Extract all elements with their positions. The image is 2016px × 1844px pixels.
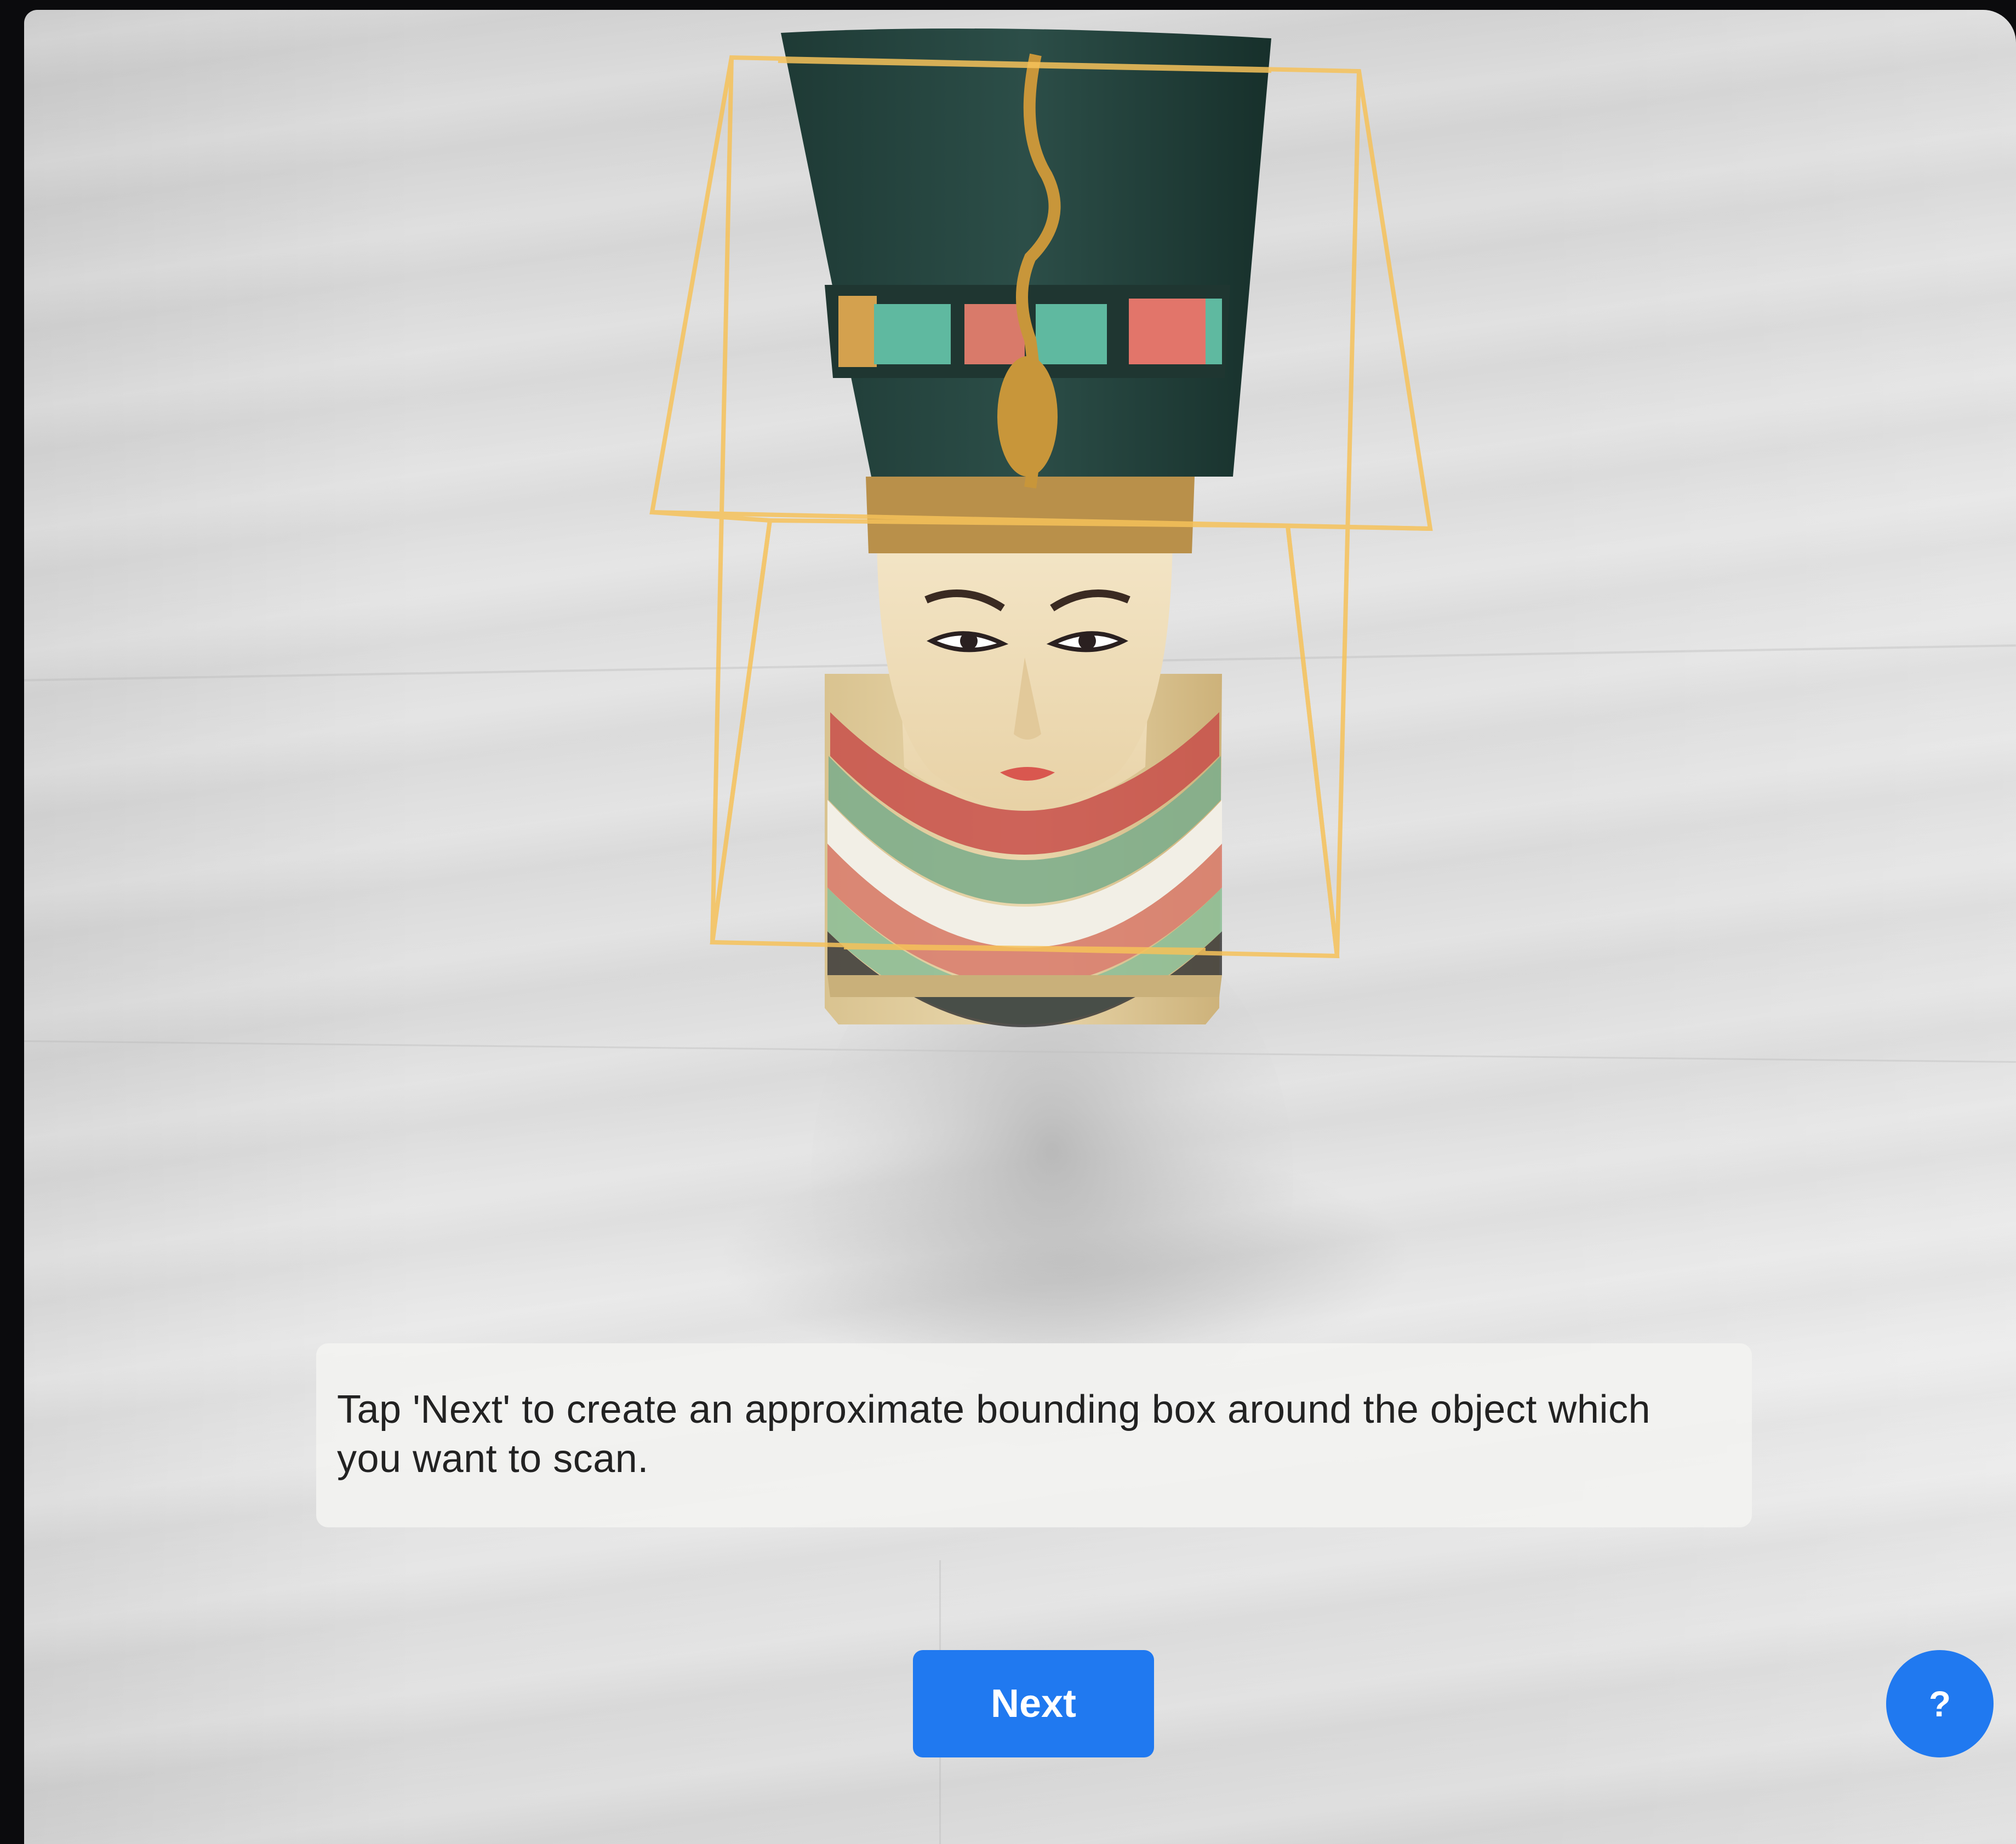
ar-overlay xyxy=(649,28,1433,1463)
nefertiti-bust xyxy=(781,28,1271,1027)
instruction-text: Tap 'Next' to create an approximate boun… xyxy=(337,1388,1651,1481)
instruction-card: Tap 'Next' to create an approximate boun… xyxy=(316,1343,1752,1527)
help-button[interactable]: ? xyxy=(1886,1650,1994,1757)
next-button[interactable]: Next xyxy=(913,1650,1154,1757)
help-icon: ? xyxy=(1928,1683,1951,1724)
scanner-screen: Tap 'Next' to create an approximate boun… xyxy=(0,0,2016,1844)
